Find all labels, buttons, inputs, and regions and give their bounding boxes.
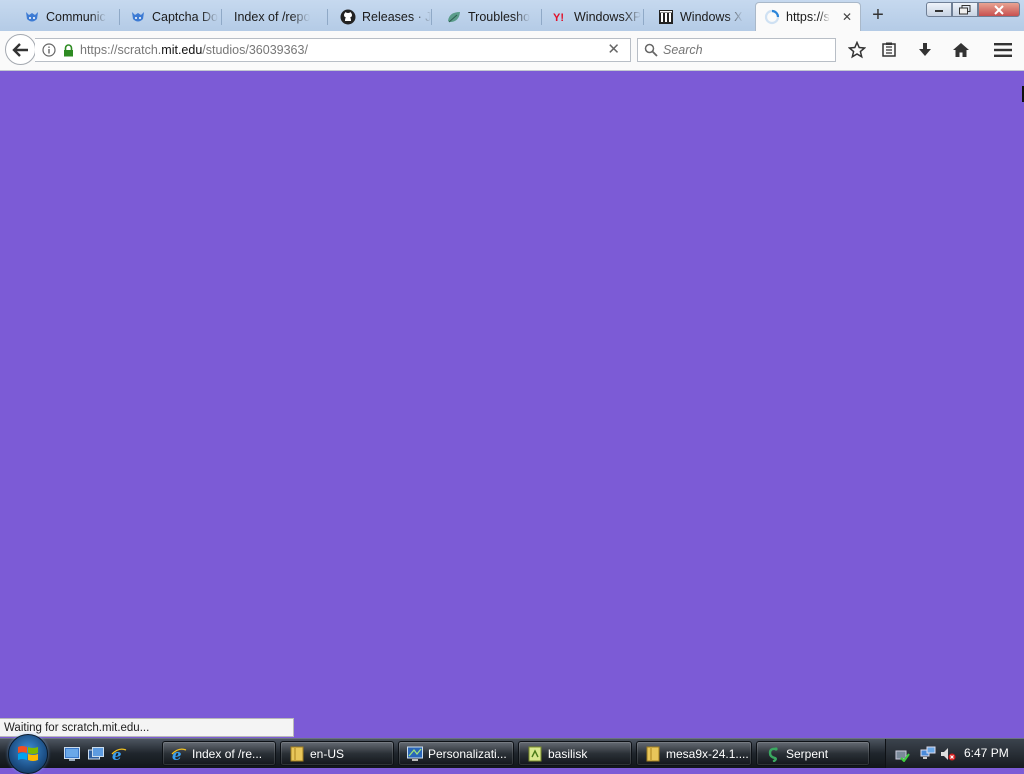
taskbar-button-index-of-repo[interactable]: e Index of /re... (162, 741, 276, 766)
tab-label: Communic (46, 9, 106, 24)
start-button[interactable] (8, 734, 48, 774)
url-text[interactable]: https://scratch.mit.edu/studios/36039363… (80, 43, 308, 57)
tab-releases[interactable]: Releases · J (332, 3, 432, 30)
svg-text:Y!: Y! (553, 12, 564, 24)
tab-windowsxp[interactable]: Y! WindowsXP (544, 3, 644, 30)
tab-captcha[interactable]: Captcha Do (122, 3, 222, 30)
close-window-button[interactable] (978, 2, 1020, 17)
status-bar: Waiting for scratch.mit.edu... (0, 718, 294, 737)
windows-taskbar: e e Index of /re... en-US Personalizati.… (0, 734, 1024, 774)
url-bar[interactable]: https://scratch.mit.edu/studios/36039363… (35, 38, 631, 62)
back-arrow-icon (11, 42, 28, 57)
tab-separator (221, 9, 222, 25)
tab-separator (643, 9, 644, 25)
minimize-button[interactable] (926, 2, 952, 17)
loading-spinner-icon (764, 9, 780, 25)
taskbar-button-personalization[interactable]: Personalizati... (398, 741, 514, 766)
info-icon[interactable] (41, 42, 57, 58)
serpent-icon (765, 746, 781, 762)
tab-label: Index of /repo (234, 9, 311, 24)
restore-button[interactable] (952, 2, 978, 17)
safely-remove-hardware-icon[interactable] (894, 746, 910, 762)
navigation-toolbar: https://scratch.mit.edu/studios/36039363… (0, 31, 1024, 71)
lock-icon[interactable] (61, 42, 75, 58)
url-prefix: https://scratch. (80, 43, 162, 57)
bookmark-star-icon[interactable] (847, 40, 867, 60)
taskbar-button-serpent[interactable]: Serpent (756, 741, 870, 766)
home-icon[interactable] (951, 40, 971, 60)
windows-logo-icon (18, 746, 38, 761)
tab-label: Troublesho (468, 9, 531, 24)
network-icon[interactable] (920, 746, 936, 762)
internet-explorer-icon: e (171, 746, 187, 762)
internet-explorer-icon[interactable]: e (111, 746, 127, 762)
download-icon[interactable] (915, 40, 935, 60)
tab-strip: Communic Captcha Do Index of /repo Relea… (0, 0, 1024, 31)
tab-index-of-repo[interactable]: Index of /repo (226, 3, 328, 30)
scratch-cat-icon (130, 9, 146, 25)
folder-icon (645, 746, 661, 762)
taskbar-button-label: Personalizati... (428, 746, 507, 761)
github-icon (340, 9, 356, 25)
tab-communic[interactable]: Communic (16, 3, 120, 30)
stop-loading-icon[interactable]: ✕ (607, 42, 620, 58)
tab-active-scratch[interactable]: https://s ✕ (755, 2, 861, 31)
reading-list-icon[interactable] (879, 40, 899, 60)
close-tab-icon[interactable]: ✕ (842, 10, 852, 24)
tab-label: Windows X (680, 9, 743, 24)
tab-troubleshoot[interactable]: Troublesho (438, 3, 542, 30)
leaf-icon (446, 9, 462, 25)
yahoo-icon: Y! (552, 9, 568, 25)
tab-windows-x[interactable]: Windows X (650, 3, 754, 30)
search-bar[interactable] (637, 38, 836, 62)
svg-text:e: e (172, 746, 182, 762)
tab-separator (327, 9, 328, 25)
system-tray: 6:47 PM (885, 739, 1024, 768)
tab-label: Releases · J (362, 9, 432, 24)
file-icon (527, 746, 543, 762)
url-host: mit.edu (161, 43, 203, 57)
clock[interactable]: 6:47 PM (964, 746, 1009, 760)
svg-text:e: e (112, 746, 122, 762)
taskbar-button-label: basilisk (548, 746, 588, 761)
taskbar-button-label: Index of /re... (192, 746, 263, 761)
tab-separator (119, 9, 120, 25)
search-icon (644, 43, 658, 57)
taskbar-button-en-us[interactable]: en-US (280, 741, 394, 766)
switch-windows-icon[interactable] (88, 746, 104, 762)
scratch-cat-icon (24, 9, 40, 25)
taskbar-button-mesa9x[interactable]: mesa9x-24.1.... (636, 741, 752, 766)
volume-muted-icon[interactable] (940, 746, 956, 762)
url-path: /studios/36039363/ (202, 43, 308, 57)
tab-label: Captcha Do (152, 9, 219, 24)
folder-icon (289, 746, 305, 762)
tab-separator (541, 9, 542, 25)
search-input[interactable] (663, 43, 833, 57)
tab-label: https://s (786, 10, 830, 24)
taskbar-button-label: mesa9x-24.1.... (666, 746, 749, 761)
new-tab-button[interactable]: + (869, 5, 887, 25)
page-content (0, 71, 1024, 738)
menu-hamburger-icon[interactable] (993, 40, 1013, 60)
show-desktop-icon[interactable] (64, 746, 80, 762)
window-controls (926, 2, 1020, 17)
tab-separator (431, 9, 432, 25)
archive-icon (658, 9, 674, 25)
taskbar-button-label: en-US (310, 746, 345, 761)
monitor-icon (407, 746, 423, 762)
taskbar-button-basilisk[interactable]: basilisk (518, 741, 632, 766)
back-button[interactable] (5, 34, 36, 65)
taskbar-button-label: Serpent (786, 746, 829, 761)
tab-label: WindowsXP (574, 9, 642, 24)
